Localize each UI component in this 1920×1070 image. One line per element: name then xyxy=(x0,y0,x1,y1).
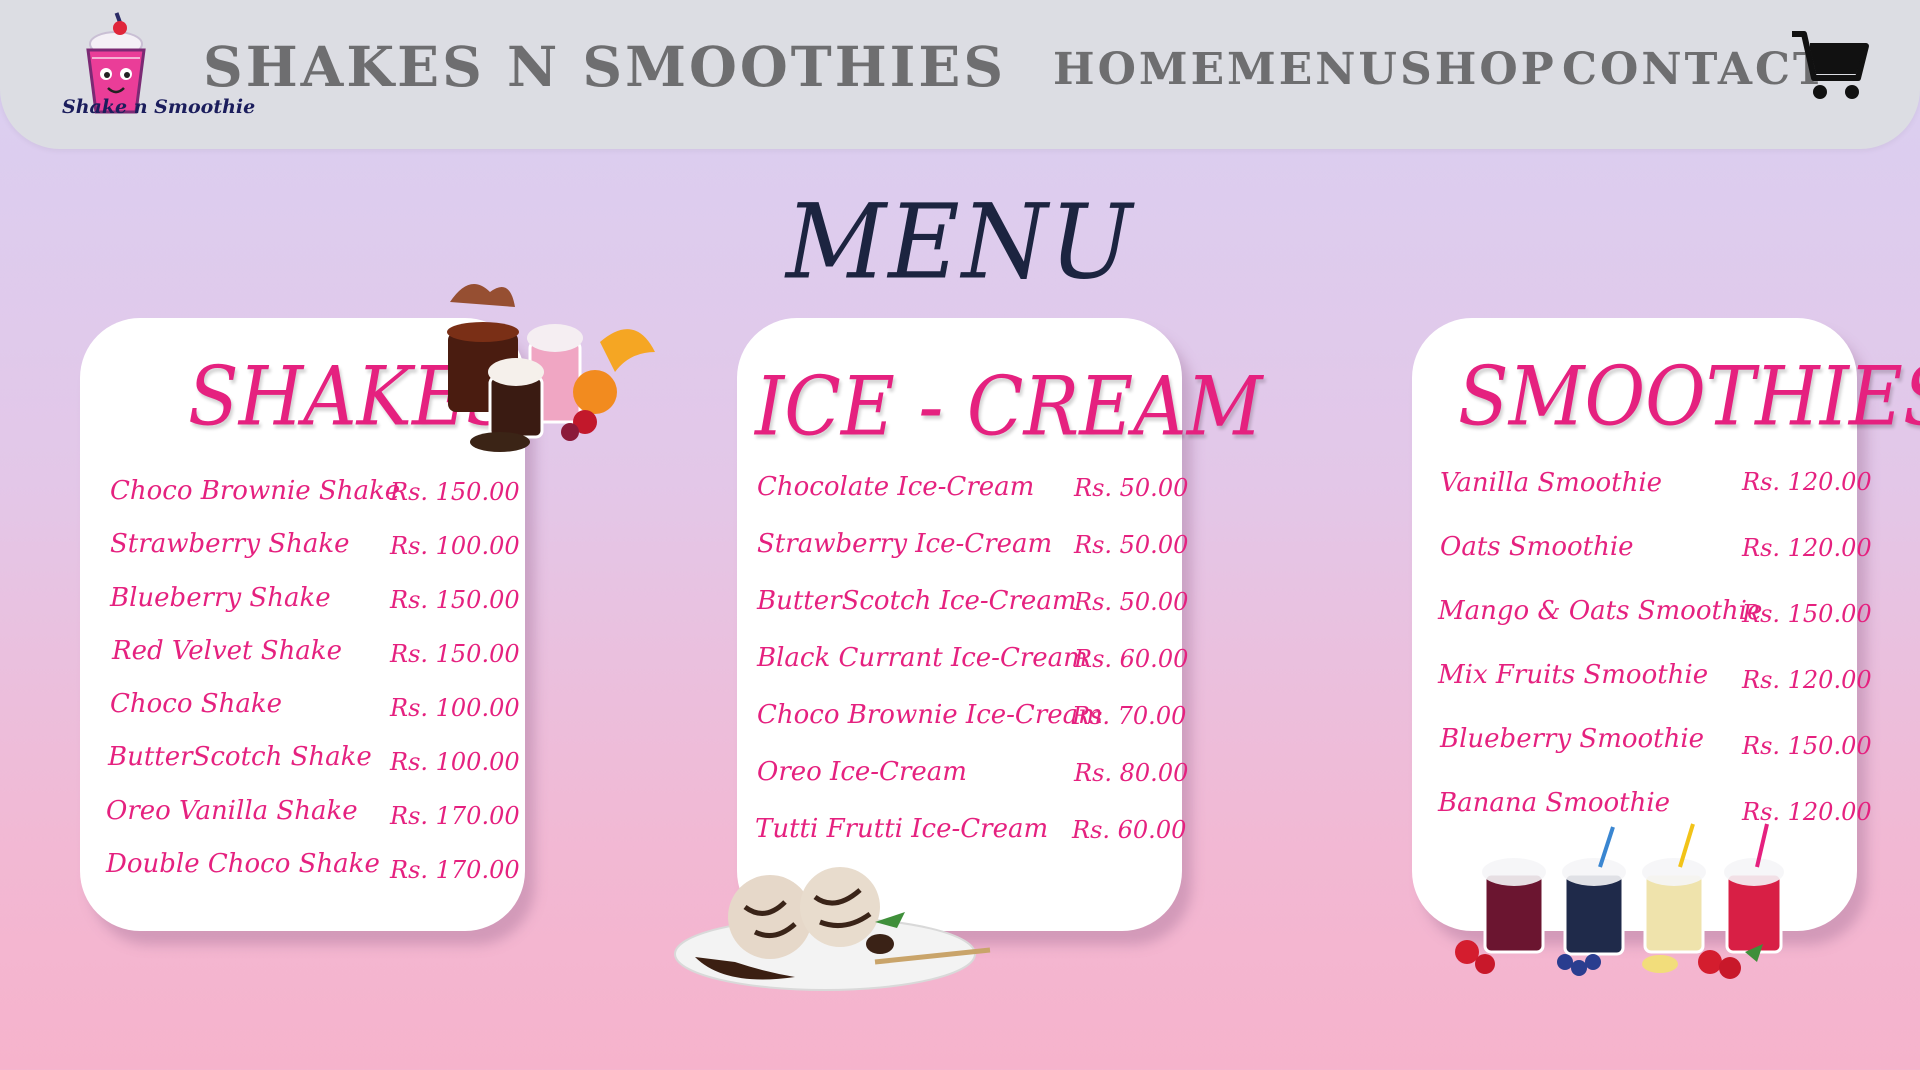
menu-item-name: Oreo Vanilla Shake xyxy=(106,796,358,826)
menu-item-name: Choco Brownie Ice-Cream xyxy=(757,700,1103,730)
smoothies-cups-image xyxy=(1455,823,1784,979)
menu-item-price: Rs. 100.00 xyxy=(390,694,520,722)
nav-home[interactable]: HOME xyxy=(1053,44,1227,95)
menu-item-price: Rs. 150.00 xyxy=(1742,600,1872,628)
menu-item-name: Double Choco Shake xyxy=(106,849,380,879)
icecream-plate-image xyxy=(674,867,991,991)
menu-item-name: Blueberry Shake xyxy=(110,583,331,613)
menu-item-price: Rs. 100.00 xyxy=(390,532,520,560)
menu-item-price: Rs. 170.00 xyxy=(390,856,520,884)
menu-item-price: Rs. 120.00 xyxy=(1742,666,1872,694)
menu-item-price: Rs. 50.00 xyxy=(1074,531,1189,559)
menu-item-price: Rs. 80.00 xyxy=(1074,759,1189,787)
menu-item-price: Rs. 150.00 xyxy=(390,640,520,668)
menu-item-name: ButterScotch Shake xyxy=(108,742,372,772)
menu-item-price: Rs. 60.00 xyxy=(1074,645,1189,673)
smoothies-title: SMOOTHIES xyxy=(1458,349,1920,445)
icecream-title: ICE - CREAM xyxy=(755,359,1263,455)
menu-item-name: Banana Smoothie xyxy=(1438,788,1671,818)
menu-item-name: Strawberry Shake xyxy=(110,529,350,559)
menu-item-name: Tutti Frutti Ice-Cream xyxy=(755,814,1049,844)
menu-item-price: Rs. 70.00 xyxy=(1072,702,1187,730)
menu-item-name: Vanilla Smoothie xyxy=(1440,468,1663,498)
menu-item-name: Oreo Ice-Cream xyxy=(757,757,967,787)
menu-item-name: ButterScotch Ice-Cream xyxy=(757,586,1077,616)
menu-item-name: Choco Brownie Shake xyxy=(110,476,401,506)
menu-item-name: Red Velvet Shake xyxy=(112,636,342,666)
brand-title[interactable]: SHAKES N SMOOTHIES xyxy=(203,34,1006,99)
menu-item-name: Strawberry Ice-Cream xyxy=(757,529,1053,559)
menu-item-price: Rs. 120.00 xyxy=(1742,534,1872,562)
menu-item-price: Rs. 170.00 xyxy=(390,802,520,830)
menu-item-price: Rs. 50.00 xyxy=(1074,474,1189,502)
page-title: MENU xyxy=(785,183,1135,303)
shopping-cart-icon xyxy=(1792,31,1869,99)
menu-item-price: Rs. 150.00 xyxy=(1742,732,1872,760)
menu-item-name: Mango & Oats Smoothie xyxy=(1438,596,1763,626)
cart-button[interactable] xyxy=(1790,26,1870,106)
nav-shop[interactable]: SHOP xyxy=(1400,44,1557,95)
icecream-card: ICE - CREAM Chocolate Ice-Cream Rs. 50.0… xyxy=(737,318,1263,931)
navbar: Shake n Smoothie SHAKES N SMOOTHIES HOME… xyxy=(0,0,1920,149)
shakes-drinks-image xyxy=(447,284,655,452)
nav-menu[interactable]: MENU xyxy=(1227,44,1400,95)
nav-contact[interactable]: CONTACT xyxy=(1562,44,1829,95)
menu-item-price: Rs. 60.00 xyxy=(1072,816,1187,844)
menu-item-price: Rs. 50.00 xyxy=(1074,588,1189,616)
menu-item-price: Rs. 150.00 xyxy=(390,586,520,614)
menu-item-price: Rs. 100.00 xyxy=(390,748,520,776)
menu-item-name: Oats Smoothie xyxy=(1440,532,1634,562)
menu-item-price: Rs. 120.00 xyxy=(1742,468,1872,496)
menu-item-name: Black Currant Ice-Cream xyxy=(757,643,1088,673)
logo-text: Shake n Smoothie xyxy=(62,96,256,118)
menu-item-name: Choco Shake xyxy=(110,689,282,719)
menu-item-name: Chocolate Ice-Cream xyxy=(757,472,1035,502)
menu-item-name: Blueberry Smoothie xyxy=(1440,724,1705,754)
menu-item-name: Mix Fruits Smoothie xyxy=(1438,660,1709,690)
menu-item-price: Rs. 150.00 xyxy=(390,478,520,506)
